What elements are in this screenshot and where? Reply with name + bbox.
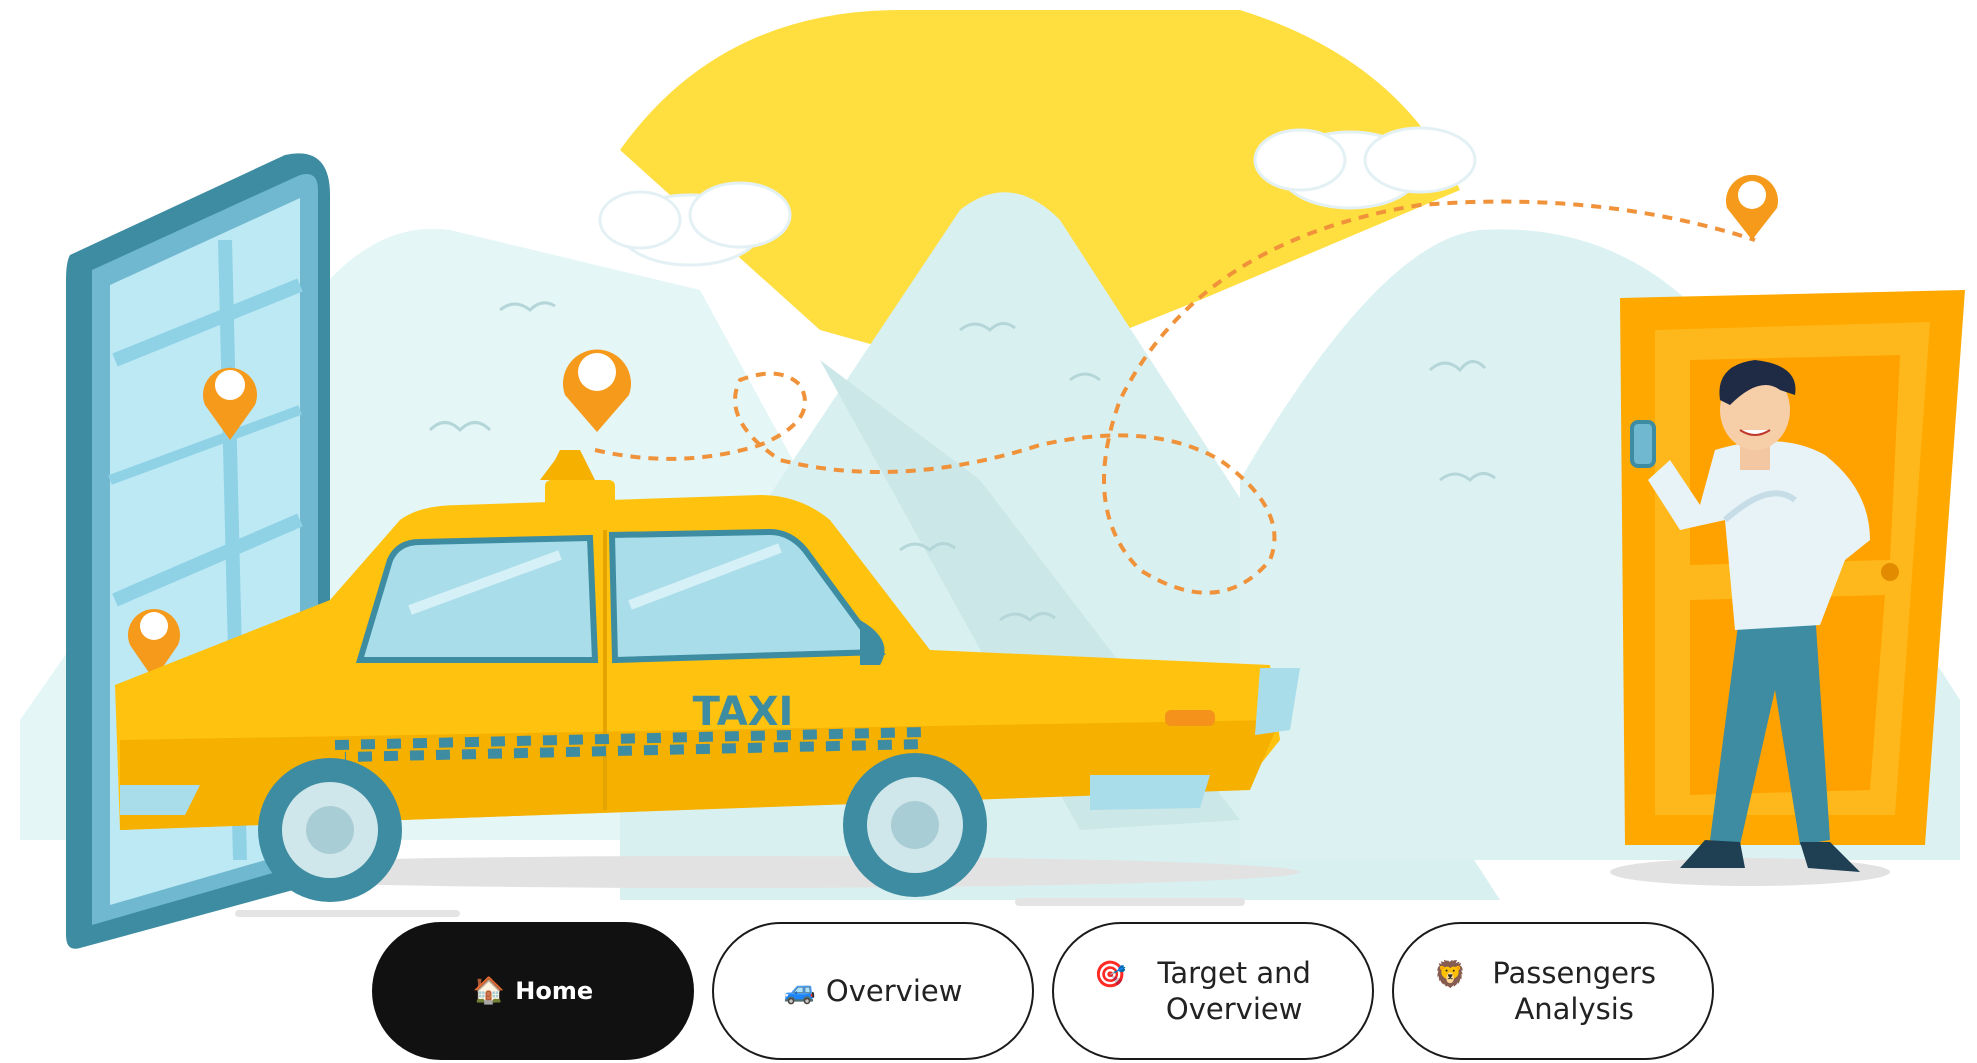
- tab-target-label: Target and Overview: [1157, 955, 1311, 1026]
- tab-passengers-analysis[interactable]: 🦁 Passengers Analysis: [1392, 922, 1714, 1060]
- tab-home-label: Home: [515, 977, 594, 1005]
- car-icon: 🚙: [783, 975, 816, 1006]
- house-icon: 🏠: [472, 975, 506, 1006]
- ground-line-2: [235, 910, 460, 917]
- tab-target-and-overview[interactable]: 🎯 Target and Overview: [1052, 922, 1374, 1060]
- tab-overview[interactable]: 🚙 Overview: [712, 922, 1034, 1060]
- hero-illustration: TAXI: [20, 10, 1965, 949]
- target-icon: 🎯: [1094, 959, 1127, 990]
- tab-home[interactable]: 🏠 Home: [372, 922, 694, 1060]
- tab-overview-label: Overview: [825, 973, 963, 1008]
- tab-passengers-label: Passengers Analysis: [1492, 955, 1657, 1026]
- taxi-label: TAXI: [693, 689, 794, 735]
- ground-line: [1015, 898, 1245, 906]
- lion-icon: 🦁: [1434, 959, 1467, 990]
- map-pin-icon: [1726, 174, 1778, 240]
- page-tabs: 🏠 Home 🚙 Overview 🎯 Target and Overview …: [372, 922, 1714, 1060]
